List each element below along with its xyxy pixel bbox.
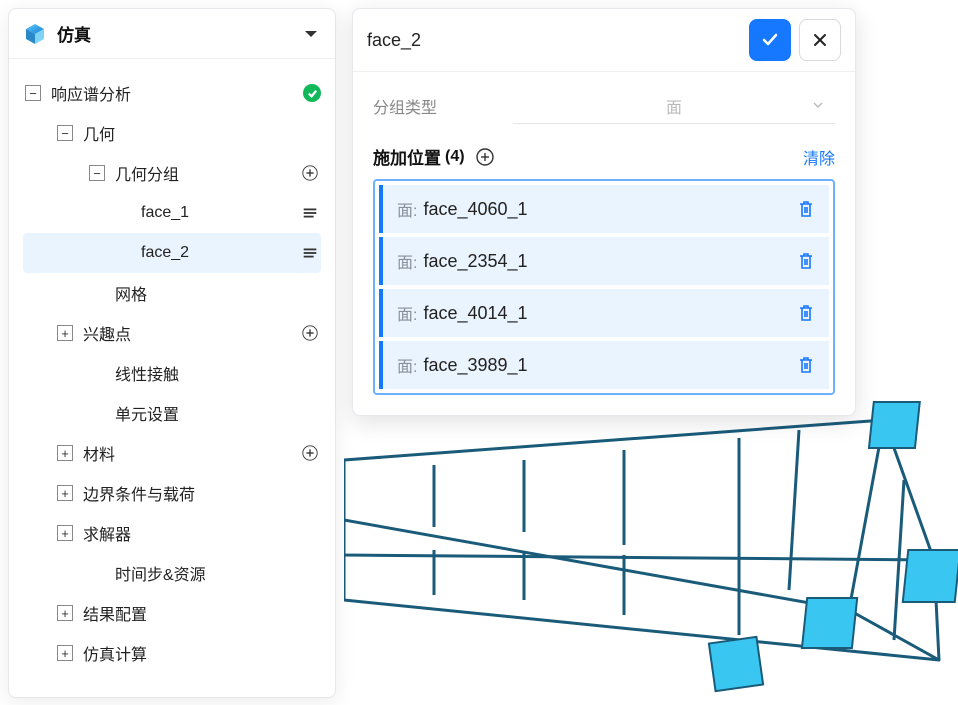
tree-toggle-minus[interactable]: − — [25, 85, 41, 101]
tree-label: 几何分组 — [115, 161, 293, 185]
group-type-label: 分组类型 — [373, 94, 513, 118]
tree-node-timestep[interactable]: 时间步&资源 — [23, 553, 321, 593]
tree-label: 线性接触 — [115, 361, 321, 385]
tree-title: 仿真 — [57, 21, 91, 46]
tree-label: 求解器 — [83, 521, 321, 545]
face-list-item[interactable]: 面: face_2354_1 — [379, 237, 829, 285]
property-title: face_2 — [367, 30, 741, 51]
tree-node-element-settings[interactable]: 单元设置 — [23, 393, 321, 433]
tree-toggle-plus[interactable]: + — [57, 605, 73, 621]
tree-label: 兴趣点 — [83, 321, 293, 345]
tree-label: 边界条件与载荷 — [83, 481, 321, 505]
simulation-tree-panel: 仿真 − 响应谱分析 − 几何 − 几何分组 face_1 — [8, 8, 336, 698]
group-type-value: 面 — [666, 94, 682, 118]
group-type-row: 分组类型 面 — [373, 88, 835, 124]
property-panel-header: face_2 — [353, 9, 855, 72]
add-position-button[interactable] — [475, 147, 495, 167]
add-icon[interactable] — [299, 322, 321, 344]
property-panel: face_2 分组类型 面 施加位置 (4) 清除 — [352, 8, 856, 416]
confirm-button[interactable] — [749, 19, 791, 61]
chevron-down-icon — [811, 98, 827, 114]
apply-position-header: 施加位置 (4) 清除 — [373, 144, 835, 169]
clear-link[interactable]: 清除 — [803, 145, 835, 169]
tree-spacer — [89, 285, 105, 301]
tree-panel-header: 仿真 — [9, 9, 335, 59]
face-type-label: 面: — [397, 249, 417, 273]
tree-label: 网格 — [115, 281, 321, 305]
tree-label: face_2 — [141, 244, 293, 262]
delete-icon[interactable] — [795, 250, 817, 272]
face-type-label: 面: — [397, 301, 417, 325]
delete-icon[interactable] — [795, 302, 817, 324]
add-icon[interactable] — [299, 162, 321, 184]
tree-node-simulation-run[interactable]: + 仿真计算 — [23, 633, 321, 673]
tree-node-face1[interactable]: face_1 — [23, 193, 321, 233]
tree-toggle-minus[interactable]: − — [89, 165, 105, 181]
tree-spacer — [89, 365, 105, 381]
face-list: 面: face_4060_1 面: face_2354_1 面: face_40… — [373, 179, 835, 395]
tree-node-solver[interactable]: + 求解器 — [23, 513, 321, 553]
delete-icon[interactable] — [795, 354, 817, 376]
face-list-item[interactable]: 面: face_4060_1 — [379, 185, 829, 233]
tree-toggle-plus[interactable]: + — [57, 445, 73, 461]
tree-label: 仿真计算 — [83, 641, 321, 665]
group-type-select[interactable]: 面 — [513, 88, 835, 124]
tree-node-geometry-group[interactable]: − 几何分组 — [23, 153, 321, 193]
tree-toggle-minus[interactable]: − — [57, 125, 73, 141]
tree-node-geometry[interactable]: − 几何 — [23, 113, 321, 153]
face-type-label: 面: — [397, 353, 417, 377]
tree-node-mesh[interactable]: 网格 — [23, 273, 321, 313]
tree-node-results[interactable]: + 结果配置 — [23, 593, 321, 633]
delete-icon[interactable] — [795, 198, 817, 220]
face-name: face_4060_1 — [423, 199, 795, 220]
tree-label: 单元设置 — [115, 401, 321, 425]
tree-node-boundary-load[interactable]: + 边界条件与载荷 — [23, 473, 321, 513]
tree-node-poi[interactable]: + 兴趣点 — [23, 313, 321, 353]
tree-toggle-plus[interactable]: + — [57, 325, 73, 341]
tree-node-face2[interactable]: face_2 — [23, 233, 321, 273]
list-icon[interactable] — [299, 242, 321, 264]
face-name: face_3989_1 — [423, 355, 795, 376]
apply-label: 施加位置 — [373, 144, 441, 169]
tree-toggle-plus[interactable]: + — [57, 525, 73, 541]
tree-node-material[interactable]: + 材料 — [23, 433, 321, 473]
tree-toggle-plus[interactable]: + — [57, 645, 73, 661]
property-form: 分组类型 面 施加位置 (4) 清除 面: face_4060_1 — [353, 72, 855, 415]
collapse-panel-icon[interactable] — [301, 24, 321, 44]
face-list-item[interactable]: 面: face_3989_1 — [379, 341, 829, 389]
face-name: face_4014_1 — [423, 303, 795, 324]
tree-spacer — [89, 405, 105, 421]
tree-toggle-plus[interactable]: + — [57, 485, 73, 501]
cube-icon — [23, 22, 47, 46]
tree-label: 响应谱分析 — [51, 81, 303, 105]
close-button[interactable] — [799, 19, 841, 61]
status-ok-icon — [303, 84, 321, 102]
tree-node-linear-contact[interactable]: 线性接触 — [23, 353, 321, 393]
tree-spacer — [89, 565, 105, 581]
face-type-label: 面: — [397, 197, 417, 221]
viewport-3d[interactable] — [344, 400, 958, 705]
add-icon[interactable] — [299, 442, 321, 464]
tree-label: face_1 — [141, 204, 293, 222]
apply-count: (4) — [445, 148, 465, 166]
tree-node-root[interactable]: − 响应谱分析 — [23, 73, 321, 113]
tree-label: 材料 — [83, 441, 293, 465]
list-icon[interactable] — [299, 202, 321, 224]
face-name: face_2354_1 — [423, 251, 795, 272]
tree-label: 结果配置 — [83, 601, 321, 625]
face-list-item[interactable]: 面: face_4014_1 — [379, 289, 829, 337]
simulation-tree: − 响应谱分析 − 几何 − 几何分组 face_1 face_2 — [9, 59, 335, 697]
tree-label: 几何 — [83, 121, 321, 145]
tree-label: 时间步&资源 — [115, 561, 321, 585]
